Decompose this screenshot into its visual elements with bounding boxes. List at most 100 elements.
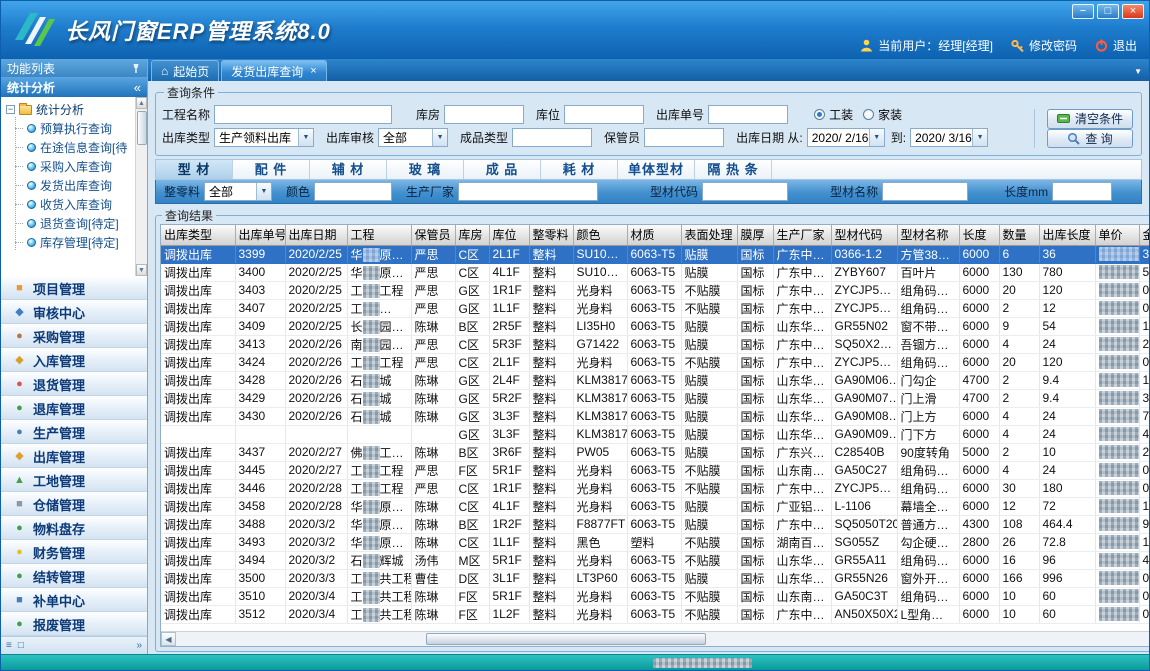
change-password-link[interactable]: 修改密码 [1029,37,1077,54]
column-header[interactable]: 生产厂家 [773,225,831,245]
material-tab[interactable]: 隔 热 条 [695,160,772,179]
close-button[interactable]: × [1122,4,1144,19]
whole-part-select[interactable]: 全部 ▼ [204,182,272,201]
column-header[interactable]: 出库日期 [285,225,347,245]
tree-item[interactable]: 库存管理[待定] [5,233,135,252]
minimize-button[interactable]: − [1072,4,1094,19]
color-input[interactable] [314,182,392,201]
column-header[interactable]: 型材代码 [831,225,897,245]
column-header[interactable]: 出库类型 [161,225,235,245]
material-tab[interactable]: 耗 材 [541,160,618,179]
horizontal-scrollbar[interactable]: ◀ ▶ [161,631,1150,646]
table-row[interactable]: G区3L3F整料KLM38176063-T5贴膜国标山东华…GA90M09…门下… [161,425,1150,443]
column-header[interactable]: 颜色 [573,225,627,245]
table-row[interactable]: 调拨出库34302020/2/26石██城陈琳G区3L3F整料KLM381760… [161,407,1150,425]
table-row[interactable]: 调拨出库34292020/2/26石██城陈琳G区5R2F整料KLM381760… [161,389,1150,407]
material-tab[interactable]: 单体型材 [618,160,695,179]
panels-icon[interactable]: ≡ [6,640,12,651]
material-tab[interactable]: 配 件 [233,160,310,179]
tab-close-icon[interactable]: × [310,65,316,77]
table-row[interactable]: 调拨出库34882020/3/2华██原…陈琳B区1R2F整料F8877FT60… [161,515,1150,533]
column-header[interactable]: 库位 [489,225,529,245]
sidebar-menu-item[interactable]: ◆入库管理 [1,348,147,372]
tree-item[interactable]: 退货查询[待定] [5,214,135,233]
column-header[interactable]: 出库长度 [1039,225,1095,245]
sidebar-menu-item[interactable]: ●财务管理 [1,540,147,564]
sidebar-menu-item[interactable]: ■项目管理 [1,276,147,300]
warehouse-input[interactable] [444,105,524,124]
column-header[interactable]: 材质 [627,225,681,245]
sidebar-menu-item[interactable]: ●报废管理 [1,612,147,636]
table-row[interactable]: 调拨出库34582020/2/28华██原…陈琳C区4L1F整料光身料6063-… [161,497,1150,515]
column-header[interactable]: 工程 [347,225,411,245]
column-header[interactable]: 库房 [455,225,489,245]
column-header[interactable]: 整零料 [529,225,573,245]
manufacturer-input[interactable] [458,182,598,201]
project-name-input[interactable] [214,105,392,124]
radio-option[interactable]: 家装 [863,106,902,123]
sidebar-menu-item[interactable]: ●采购管理 [1,324,147,348]
clear-conditions-button[interactable]: 清空条件 [1047,109,1133,129]
column-header[interactable]: 膜厚 [737,225,773,245]
tab[interactable]: 发货出库查询× [221,60,326,81]
scroll-left-icon[interactable]: ◀ [161,632,176,646]
table-row[interactable]: 调拨出库35122020/3/4工██共工程陈琳F区1L2F整料光身料6063-… [161,605,1150,623]
sidebar-menu-item[interactable]: ▲工地管理 [1,468,147,492]
scrollbar-track[interactable] [176,632,1150,646]
table-row[interactable]: 调拨出库34462020/2/28工██工程严思C区1R1F整料光身料6063-… [161,479,1150,497]
chevrons-right-icon[interactable]: » [136,640,142,651]
sidebar-menu-item[interactable]: ■补单中心 [1,588,147,612]
collapse-left-icon[interactable]: « [134,80,141,95]
sidebar-menu-item[interactable]: ●退货管理 [1,372,147,396]
sidebar-menu-item[interactable]: ◆出库管理 [1,444,147,468]
maximize-button[interactable]: □ [1097,4,1119,19]
logout-link[interactable]: 退出 [1113,37,1137,54]
table-row[interactable]: 调拨出库35102020/3/4工██共工程陈琳F区5R1F整料光身料6063-… [161,587,1150,605]
column-header[interactable]: 型材名称 [897,225,959,245]
sidebar-menu-item[interactable]: ●物料盘存 [1,516,147,540]
column-header[interactable]: 保管员 [411,225,455,245]
tree-scrollbar-thumb[interactable] [137,111,147,145]
table-row[interactable]: 调拨出库34452020/2/27工██工程严思F区5R1F整料光身料6063-… [161,461,1150,479]
product-type-input[interactable] [512,128,592,147]
sidebar-menu-item[interactable]: ●结转管理 [1,564,147,588]
column-header[interactable]: 数量 [999,225,1039,245]
tab[interactable]: ⌂起始页 [151,60,219,81]
tree-expander-icon[interactable]: − [6,105,15,114]
sidebar-menu-item[interactable]: ●退库管理 [1,396,147,420]
table-row[interactable]: 调拨出库34092020/2/25长██园…陈琳B区2R5F整料LI35H060… [161,317,1150,335]
scrollbar-thumb[interactable] [426,633,706,645]
column-header[interactable]: 表面处理 [681,225,737,245]
radio-option[interactable]: 工装 [814,106,853,123]
table-row[interactable]: 调拨出库35002020/3/3工██共工程曹佳D区3L1F整料LT3P6060… [161,569,1150,587]
material-tab[interactable]: 辅 材 [310,160,387,179]
tree-item[interactable]: 发货出库查询 [5,176,135,195]
profile-name-input[interactable] [882,182,968,201]
material-tab[interactable]: 成 品 [464,160,541,179]
tree-item[interactable]: 收货入库查询 [5,195,135,214]
material-tab[interactable]: 型 材 [156,160,233,179]
sidebar-menu-item[interactable]: ◆审核中心 [1,300,147,324]
profile-code-input[interactable] [702,182,788,201]
table-row[interactable]: 调拨出库33992020/2/25华██原…严思C区2L1F整料SU10…606… [161,245,1150,263]
sidebar-section-header[interactable]: 统计分析 « [1,77,147,97]
out-type-select[interactable]: 生产领料出库 ▼ [214,128,314,147]
tree-item[interactable]: 采购入库查询 [5,157,135,176]
table-row[interactable]: 调拨出库34072020/2/25工██…严思G区1L1F整料光身料6063-T… [161,299,1150,317]
out-audit-select[interactable]: 全部 ▼ [378,128,448,147]
table-row[interactable]: 调拨出库34282020/2/26石██城陈琳G区2L4F整料KLM381760… [161,371,1150,389]
material-tab[interactable]: 玻 璃 [387,160,464,179]
column-header[interactable]: 出库单号 [235,225,285,245]
table-row[interactable]: 调拨出库34942020/3/2石██辉城汤伟M区5R1F整料光身料6063-T… [161,551,1150,569]
tree-item[interactable]: −统计分析 [5,100,135,119]
tree-item[interactable]: 预算执行查询 [5,119,135,138]
tree-item[interactable]: 在途信息查询[待 [5,138,135,157]
date-from-picker[interactable]: 2020/ 2/16 ▼ [807,128,885,147]
table-row[interactable]: 调拨出库34032020/2/25工██工程严思G区1R1F整料光身料6063-… [161,281,1150,299]
pin-icon[interactable] [131,63,141,74]
search-button[interactable]: 查 询 [1047,129,1133,149]
sidebar-menu-item[interactable]: ●生产管理 [1,420,147,444]
sidebar-menu-item[interactable]: ■仓储管理 [1,492,147,516]
window-panel-icon[interactable]: □ [18,640,24,651]
date-to-picker[interactable]: 2020/ 3/16 ▼ [910,128,988,147]
